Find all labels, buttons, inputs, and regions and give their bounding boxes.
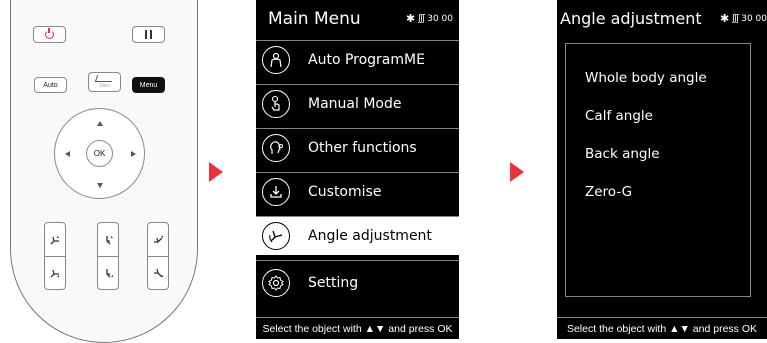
zero-gravity-button[interactable]: Zero [88,72,121,92]
right-arrow-button[interactable] [131,151,136,157]
auto-button[interactable]: Auto [34,77,67,93]
status-bar: ✱ ʃʃʃ 30 00 [719,12,767,25]
option-whole-body-angle[interactable]: Whole body angle [585,70,707,86]
option-zero-g[interactable]: Zero-G [585,184,632,200]
angle-options-list: Whole body angle Calf angle Back angle Z… [565,43,751,297]
leg-down-icon [154,268,163,277]
body-down-button[interactable] [98,256,118,289]
menu-item-label: Setting [308,274,359,291]
zero-label: Zero [99,83,110,89]
screen-header: Angle adjustment ✱ ʃʃʃ 30 00 [557,0,767,40]
flow-arrow-icon [209,162,223,182]
menu-item-manual-mode[interactable]: Manual Mode [256,84,459,123]
menu-item-setting[interactable]: Setting [256,260,459,304]
angle-adjustment-screen: Angle adjustment ✱ ʃʃʃ 30 00 Whole body … [557,0,767,339]
pause-button[interactable] [132,26,165,43]
menu-item-label: Angle adjustment [308,228,432,244]
menu-item-angle-adjustment[interactable]: Angle adjustment [256,216,459,255]
flow-arrow-icon [510,162,524,182]
instruction-footer: Select the object with ▲▼ and press OK [256,317,459,339]
signal-icon: ʃʃʃ [418,14,425,24]
sit-down-icon [106,268,113,277]
ok-button[interactable]: OK [86,140,113,167]
hand-touch-icon [262,90,290,118]
up-arrow-button[interactable] [97,121,103,126]
page-title: Angle adjustment [560,9,702,28]
backrest-down-button[interactable] [45,256,65,289]
backrest-angle-buttons [44,222,66,290]
recline-up-icon [50,235,59,244]
bluetooth-icon: ✱ [719,12,730,25]
calf-angle-buttons [147,222,169,290]
calf-down-button[interactable] [148,256,168,289]
bluetooth-icon: ✱ [405,12,416,25]
instruction-footer: Select the object with ▲▼ and press OK [557,317,767,339]
menu-button[interactable]: Menu [132,77,165,93]
left-arrow-button[interactable] [65,151,70,157]
main-menu-screen: Main Menu ✱ ʃʃʃ 30 00 Auto ProgramME Man… [256,0,459,339]
page-title: Main Menu [268,9,361,29]
power-button[interactable] [33,26,66,43]
download-icon [262,178,290,206]
menu-item-auto-programme[interactable]: Auto ProgramME [256,40,459,79]
sit-up-icon [106,235,113,244]
directional-pad: OK [54,108,145,199]
menu-item-customise[interactable]: Customise [256,172,459,211]
timer-readout: 30 00 [427,14,453,24]
down-arrow-button[interactable] [97,183,103,188]
backrest-up-button[interactable] [45,223,65,257]
calf-up-button[interactable] [148,223,168,257]
screen-header: Main Menu ✱ ʃʃʃ 30 00 [256,0,459,40]
menu-item-label: Auto ProgramME [308,52,425,68]
option-calf-angle[interactable]: Calf angle [585,108,653,124]
recline-chair-icon [262,222,290,250]
recline-down-icon [50,269,59,277]
menu-item-other-functions[interactable]: Other functions [256,128,459,167]
menu-item-label: Other functions [308,140,417,156]
menu-item-label: Manual Mode [308,96,402,112]
remote-control: Auto Zero Menu OK [10,0,198,343]
menu-item-label: Customise [308,184,382,200]
body-up-button[interactable] [98,223,118,257]
leg-up-icon [154,235,163,243]
person-outline-icon [262,46,290,74]
power-icon [45,28,54,39]
body-angle-buttons [97,222,119,290]
status-bar: ✱ ʃʃʃ 30 00 [405,12,453,25]
head-profile-icon [262,134,290,162]
signal-icon: ʃʃʃ [732,14,739,24]
gear-icon [262,268,290,297]
timer-readout: 30 00 [741,14,767,24]
option-back-angle[interactable]: Back angle [585,146,660,162]
zero-gravity-icon [94,75,115,82]
